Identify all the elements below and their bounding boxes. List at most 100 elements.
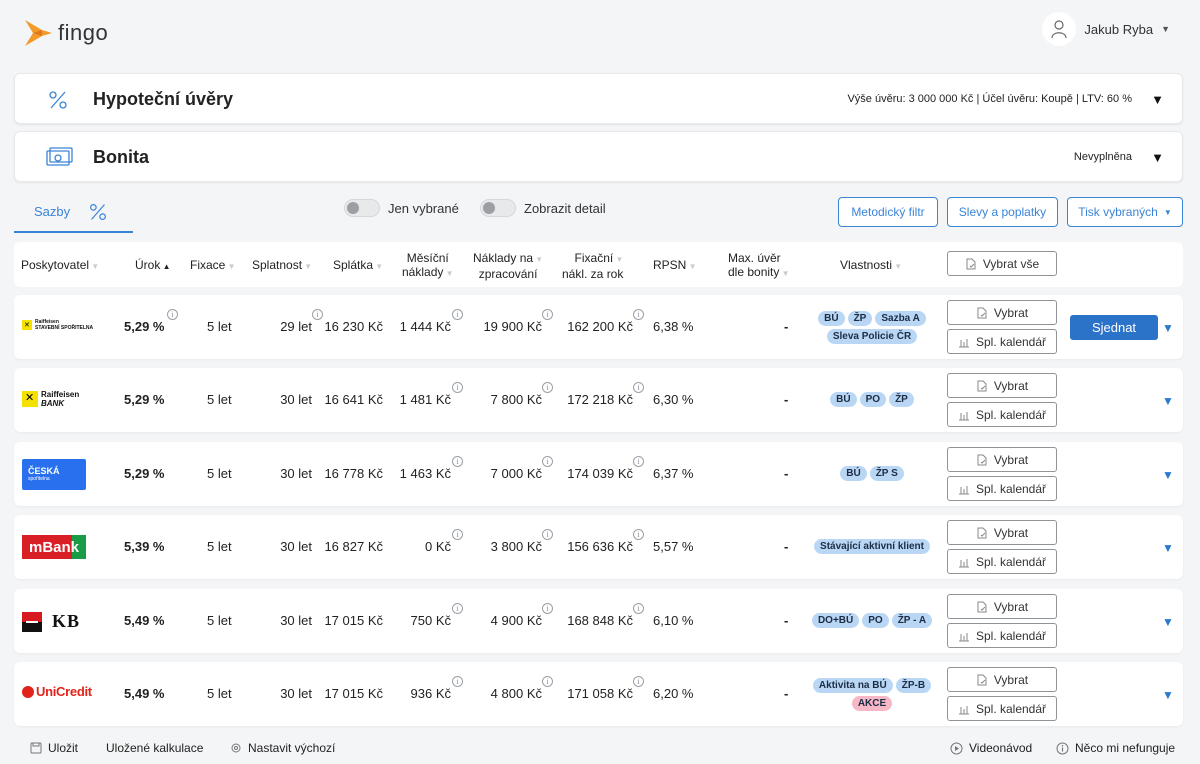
select-button[interactable]: Vybrat xyxy=(947,594,1057,619)
feature-tags: DO+BÚ PO ŽP - A xyxy=(802,613,942,628)
rpsn-value: 6,30 % xyxy=(653,392,694,407)
info-icon[interactable]: i xyxy=(633,382,644,393)
info-icon[interactable]: i xyxy=(452,529,463,540)
payment-value: 16 230 Kč xyxy=(324,319,383,334)
user-menu[interactable]: Jakub Ryba ▼ xyxy=(1042,12,1170,46)
select-button[interactable]: Vybrat xyxy=(947,373,1057,398)
info-icon[interactable]: i xyxy=(633,309,644,320)
select-button[interactable]: Vybrat xyxy=(947,667,1057,692)
info-icon[interactable]: i xyxy=(633,529,644,540)
select-label: Vybrat xyxy=(993,599,1029,614)
col-max-loan[interactable]: Max. úvěr dle bonity ▼ xyxy=(728,251,790,281)
info-icon[interactable]: i xyxy=(542,603,553,614)
bonita-expand-toggle[interactable]: ▼ xyxy=(1151,150,1164,165)
col-processing[interactable]: Náklady na ▼ zpracování xyxy=(473,251,543,281)
info-icon[interactable]: i xyxy=(542,529,553,540)
sort-icon: ▼ xyxy=(686,262,697,271)
saved-calculations-label: Uložené kalkulace xyxy=(106,741,204,755)
payment-calendar-button[interactable]: Spl. kalendář xyxy=(947,476,1057,501)
expand-row-icon[interactable]: ▼ xyxy=(1162,615,1174,629)
print-selected-button[interactable]: Tisk vybraných ▼ xyxy=(1067,197,1183,227)
switch[interactable] xyxy=(480,199,516,217)
payment-calendar-button[interactable]: Spl. kalendář xyxy=(947,329,1057,354)
table-row[interactable]: ČESKÁ spořitelna 5,29 % 5 let 30 let 16 778 K… xyxy=(14,442,1183,506)
mortgage-expand-toggle[interactable]: ▼ xyxy=(1151,92,1164,107)
col-provider[interactable]: Poskytovatel ▼ xyxy=(21,258,99,274)
sort-icon: ▼ xyxy=(892,262,903,271)
info-icon[interactable]: i xyxy=(633,676,644,687)
col-maturity[interactable]: Splatnost ▼ xyxy=(252,258,312,274)
table-row[interactable]: ✕ Raiffeisen STAVEBNÍ SPOŘITELNA 5,29 % i 5 l… xyxy=(14,295,1183,359)
info-icon[interactable]: i xyxy=(542,676,553,687)
fixation-value: 5 let xyxy=(207,539,232,554)
expand-row-icon[interactable]: ▼ xyxy=(1162,321,1174,335)
toggle-only-selected[interactable]: Jen vybrané xyxy=(344,199,459,217)
select-all-button[interactable]: Vybrat vše xyxy=(947,251,1057,276)
tab-sazby[interactable]: Sazby xyxy=(14,196,133,233)
col-fixcost[interactable]: Fixační ▼ nákl. za rok xyxy=(562,251,623,281)
feature-tag: ŽP - A xyxy=(891,613,933,628)
saved-calculations-link[interactable]: Uložené kalkulace xyxy=(106,741,203,755)
col-rate[interactable]: Úrok ▲ xyxy=(135,258,170,274)
expand-row-icon[interactable]: ▼ xyxy=(1162,394,1174,408)
save-button[interactable]: Uložit xyxy=(30,741,78,755)
col-rpsn[interactable]: RPSN ▼ xyxy=(653,258,696,274)
feature-tag: Sleva Policie ČR xyxy=(826,329,918,344)
info-icon[interactable]: i xyxy=(452,456,463,467)
select-button[interactable]: Vybrat xyxy=(947,300,1057,325)
user-name: Jakub Ryba xyxy=(1084,21,1154,37)
info-icon[interactable]: i xyxy=(452,382,463,393)
feature-tag: Sazba A xyxy=(875,311,926,326)
col-max-loan-label-1: Max. úvěr xyxy=(728,251,781,265)
payment-calendar-button[interactable]: Spl. kalendář xyxy=(947,549,1057,574)
sort-icon: ▼ xyxy=(302,262,313,271)
payment-calendar-button[interactable]: Spl. kalendář xyxy=(947,696,1057,721)
report-issue-link[interactable]: Něco mi nefunguje xyxy=(1056,741,1175,755)
fingo-bird-icon xyxy=(25,20,52,46)
negotiate-button[interactable]: Sjednat xyxy=(1070,315,1158,340)
logo-text: KB xyxy=(52,611,81,631)
table-row[interactable]: ✕ Raiffeisen BANK 5,29 % 5 let 30 let 16 641 K… xyxy=(14,368,1183,432)
payment-calendar-label: Spl. kalendář xyxy=(975,554,1047,569)
col-features[interactable]: Vlastnosti ▼ xyxy=(840,258,902,274)
video-guide-link[interactable]: Videonávod xyxy=(950,741,1032,755)
info-icon[interactable]: i xyxy=(452,676,463,687)
payment-calendar-button[interactable]: Spl. kalendář xyxy=(947,402,1057,427)
info-icon[interactable]: i xyxy=(167,309,178,320)
expand-row-icon[interactable]: ▼ xyxy=(1162,468,1174,482)
rpsn-value: 6,37 % xyxy=(653,466,694,481)
bonita-card[interactable]: Bonita Nevyplněna ▼ xyxy=(14,131,1183,182)
switch[interactable] xyxy=(344,199,380,217)
payment-calendar-button[interactable]: Spl. kalendář xyxy=(947,623,1057,648)
table-row[interactable]: mBank 5,39 % 5 let 30 let 16 827 Kč 0 Kč i 3 80… xyxy=(14,515,1183,579)
discounts-fees-button[interactable]: Slevy a poplatky xyxy=(947,197,1058,227)
set-default-button[interactable]: Nastavit výchozí xyxy=(230,741,335,755)
info-icon[interactable]: i xyxy=(452,309,463,320)
info-icon[interactable]: i xyxy=(542,456,553,467)
info-icon[interactable]: i xyxy=(633,456,644,467)
info-icon[interactable]: i xyxy=(312,309,323,320)
expand-row-icon[interactable]: ▼ xyxy=(1162,541,1174,555)
table-row[interactable]: UniCredit 5,49 % 5 let 30 let 17 015 Kč 936 K… xyxy=(14,662,1183,726)
info-icon[interactable]: i xyxy=(542,309,553,320)
table-row[interactable]: KB 5,49 % 5 let 30 let 17 015 Kč 750 Kč i 4 900… xyxy=(14,589,1183,653)
col-monthly[interactable]: Měsíční náklady ▼ xyxy=(402,251,454,281)
toggle-show-detail[interactable]: Zobrazit detail xyxy=(480,199,606,217)
monthly-cost-value: 0 Kč xyxy=(424,539,451,554)
col-payment[interactable]: Splátka ▼ xyxy=(333,258,383,274)
select-button[interactable]: Vybrat xyxy=(947,447,1057,472)
col-fixation[interactable]: Fixace ▼ xyxy=(190,258,235,274)
select-button[interactable]: Vybrat xyxy=(947,520,1057,545)
payment-calendar-label: Spl. kalendář xyxy=(975,481,1047,496)
document-check-icon xyxy=(966,258,976,269)
info-icon[interactable]: i xyxy=(542,382,553,393)
info-icon[interactable]: i xyxy=(452,603,463,614)
logo-text: UniCredit xyxy=(36,684,92,699)
methodical-filter-button[interactable]: Metodický filtr xyxy=(838,197,938,227)
feature-tags: Aktivita na BÚ ŽP-B AKCE xyxy=(802,678,942,711)
expand-row-icon[interactable]: ▼ xyxy=(1162,688,1174,702)
info-icon[interactable]: i xyxy=(633,603,644,614)
feature-tag: DO+BÚ xyxy=(811,613,860,628)
fingo-logo[interactable]: fingo xyxy=(24,18,108,48)
mortgage-card[interactable]: Hypoteční úvěry Výše úvěru: 3 000 000 Kč… xyxy=(14,73,1183,124)
